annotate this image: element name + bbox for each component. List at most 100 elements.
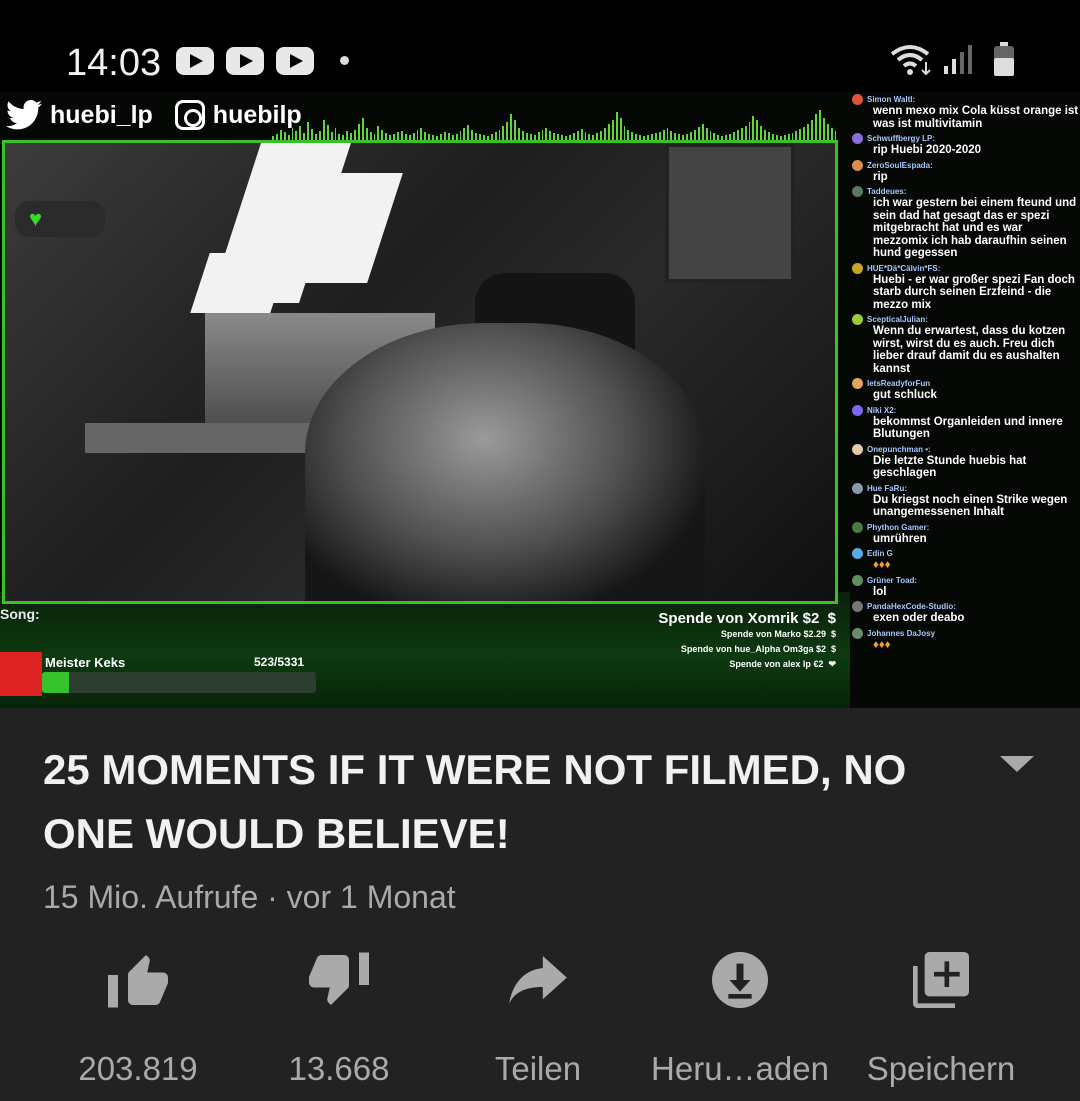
visualizer-bar <box>600 131 603 140</box>
visualizer-bar <box>631 132 634 140</box>
twitter-handle: huebi_lp <box>50 100 153 129</box>
signal-icon <box>944 45 972 74</box>
social-handles: huebi_lp huebilp <box>6 98 302 132</box>
visualizer-bar <box>619 118 622 140</box>
visualizer-bar <box>537 132 540 140</box>
chat-username: Schwuffbergy LP: <box>867 134 936 143</box>
visualizer-bar <box>662 130 665 140</box>
chat-avatar <box>852 133 863 144</box>
visualizer-bar <box>709 131 712 140</box>
visualizer-bar <box>350 133 353 140</box>
visualizer-bar <box>826 124 829 140</box>
visualizer-bar <box>713 133 716 140</box>
chat-text: Du kriegst noch einen Strike wegen unang… <box>873 493 1068 519</box>
chat-text: rip <box>873 170 888 183</box>
visualizer-bar <box>377 126 380 140</box>
wifi-icon <box>890 45 931 76</box>
youtube-icon <box>226 47 264 75</box>
video-info: 25 MOMENTS IF IT WERE NOT FILMED, NO ONE… <box>0 708 1080 1101</box>
save-to-playlist-icon <box>913 952 969 1008</box>
chat-username: Taddeues: <box>867 187 907 196</box>
visualizer-bar <box>732 132 735 140</box>
chat-username: letsReadyforFun <box>867 379 931 388</box>
visualizer-bar <box>416 130 419 140</box>
chat-text: rip Huebi 2020-2020 <box>873 144 982 156</box>
chat-avatar <box>852 601 863 612</box>
visualizer-bar <box>764 130 767 140</box>
chat-emotes: ♦♦♦ <box>873 638 891 651</box>
background-door <box>665 143 795 283</box>
chat-text: lol <box>873 585 887 598</box>
visualizer-bar <box>670 131 673 140</box>
chat-avatar <box>852 482 863 494</box>
visualizer-bar <box>674 133 677 140</box>
visualizer-bar <box>326 125 329 140</box>
heart-badge: ♥ <box>15 201 105 237</box>
chat-emotes: ♦♦♦ <box>873 559 891 571</box>
battery-icon <box>994 42 1014 76</box>
visualizer-bar <box>447 133 450 140</box>
visualizer-bar <box>689 132 692 140</box>
dislike-button[interactable]: 13.668 <box>239 950 439 1088</box>
chat-username: HUE*Dä*Cälvin*FS: <box>867 263 941 273</box>
chat-username: ZeroSoulEspada: <box>867 160 933 170</box>
chat-text: Huebi - er war großer spezi Fan doch sta… <box>873 273 1075 311</box>
song-label: Song: <box>0 606 40 622</box>
chat-message: Schwuffbergy LP: rip Huebi 2020-2020 <box>852 133 1080 157</box>
chat-username: PandaHexCode-Studio: <box>867 602 956 611</box>
expand-description-icon[interactable] <box>1000 756 1034 772</box>
visualizer-bar <box>607 124 610 140</box>
visualizer-bar <box>471 130 474 140</box>
chat-message: Hue FaRu: Du kriegst noch einen Strike we… <box>852 482 1080 519</box>
chat-message: Onepunchman •: Die letzte Stunde huebis h… <box>852 443 1080 480</box>
download-icon <box>712 952 768 1008</box>
visualizer-bar <box>283 132 286 140</box>
chat-avatar <box>852 627 863 639</box>
visualizer-bar <box>748 122 751 140</box>
visualizer-bar <box>318 131 321 140</box>
visualizer-bar <box>814 114 817 140</box>
chat-avatar <box>852 378 863 389</box>
visualizer-bar <box>494 132 497 140</box>
visualizer-bar <box>553 133 556 140</box>
chat-username: Simon Waltl: <box>867 95 916 104</box>
visualizer-bar <box>580 129 583 140</box>
visualizer-bar <box>830 128 833 140</box>
visualizer-bar <box>584 132 587 140</box>
save-button[interactable]: Speichern <box>841 950 1041 1088</box>
visualizer-bar <box>740 128 743 140</box>
visualizer-bar <box>658 132 661 140</box>
chat-text: umrühren <box>873 532 927 545</box>
visualizer-bar <box>705 128 708 140</box>
chat-text: Wenn du erwartest, dass du kotzen wirst,… <box>873 325 1066 375</box>
chat-text: exen oder deabo <box>873 612 965 624</box>
donation-feed: Spende von Xomrik $2 $ Spende von Marko … <box>658 610 836 672</box>
visualizer-bar <box>525 133 528 140</box>
visualizer-bar <box>443 132 446 140</box>
share-button[interactable]: Teilen <box>438 950 638 1088</box>
chat-message: HUE*Dä*Cälvin*FS: Huebi - er war großer s… <box>852 262 1080 312</box>
chat-avatar <box>852 94 863 105</box>
chat-username: Grüner Toad: <box>867 575 918 585</box>
download-button[interactable]: Heru…aden <box>640 950 840 1088</box>
chat-message: Grüner Toad: lol <box>852 574 1080 599</box>
visualizer-bar <box>756 120 759 140</box>
like-button[interactable]: 203.819 <box>38 950 238 1088</box>
visualizer-bar <box>654 133 657 140</box>
visualizer-bar <box>795 131 798 140</box>
chat-avatar <box>852 159 863 171</box>
visualizer-bar <box>545 128 548 140</box>
youtube-icon <box>176 47 214 75</box>
heart-icon: ♥ <box>29 206 43 231</box>
visualizer-bar <box>311 129 313 140</box>
visualizer-bar <box>334 128 337 140</box>
video-player[interactable]: huebi_lp huebilp ♥ Song: Spende von Xomr… <box>0 92 1080 708</box>
thumb-up-icon <box>108 955 168 1008</box>
chat-message: Edin G ♦♦♦ <box>852 548 1080 572</box>
video-title[interactable]: 25 MOMENTS IF IT WERE NOT FILMED, NO ONE… <box>43 738 943 866</box>
instagram-icon <box>174 100 205 130</box>
visualizer-bar <box>330 132 333 140</box>
donation-item: Spende von alex lp €2 ❤ <box>729 659 836 669</box>
chat-username: Edin G <box>867 549 893 558</box>
chat-username: Phython Gamer: <box>867 522 930 532</box>
